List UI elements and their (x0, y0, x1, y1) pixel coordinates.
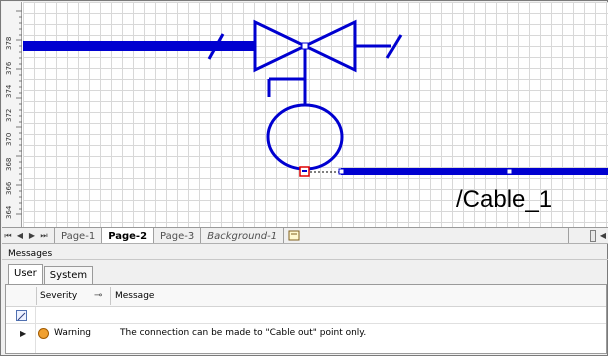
ruler-label: 370 (5, 132, 13, 146)
ruler-label: 374 (5, 84, 13, 98)
scroll-thumb[interactable] (589, 229, 596, 242)
tab-user[interactable]: User (8, 264, 43, 284)
table-row[interactable]: ▶ Warning The connection can be made to … (6, 327, 606, 342)
tab-page-3[interactable]: Page-3 (153, 228, 200, 243)
row-message: The connection can be made to "Cable out… (120, 328, 367, 338)
filter-row[interactable] (6, 308, 606, 324)
messages-tabs: User System (2, 262, 608, 284)
column-header-message[interactable]: Message (115, 291, 154, 301)
tab-background-1[interactable]: Background-1 (200, 228, 283, 243)
filter-icon[interactable] (16, 310, 27, 321)
filter-glyph (17, 312, 26, 321)
last-page-button[interactable]: ⏭ (38, 228, 50, 243)
messages-grid: Severity ⊸ Message ▶ Warning The connect… (5, 284, 607, 354)
expand-row-icon[interactable]: ▶ (20, 329, 26, 338)
column-separator[interactable] (36, 287, 37, 305)
page-tab-bar: ⏮ ◀ ▶ ⏭ Page-1 Page-2 Page-3 Background-… (2, 227, 608, 244)
previous-page-icon: ◀ (16, 231, 24, 240)
previous-page-button[interactable]: ◀ (14, 228, 26, 243)
row-severity: Warning (54, 328, 92, 338)
cable-label[interactable]: /Cable_1 (456, 186, 552, 214)
column-separator[interactable] (110, 287, 111, 305)
inbound-cable[interactable] (23, 41, 255, 51)
ruler-label: 378 (5, 36, 13, 50)
first-page-icon: ⏮ (4, 230, 12, 240)
next-page-icon: ▶ (28, 231, 36, 240)
insert-page-icon (288, 230, 300, 241)
warning-icon (38, 328, 49, 339)
messages-panel-title: Messages (2, 248, 608, 260)
cable-endpoint-handle[interactable] (338, 168, 345, 175)
next-page-button[interactable]: ▶ (26, 228, 38, 243)
insert-page-button[interactable] (283, 228, 305, 243)
ruler-label: 376 (5, 61, 13, 75)
horizontal-scrollbar[interactable]: ◀ (568, 228, 608, 243)
page-tabs: Page-1 Page-2 Page-3 Background-1 (54, 228, 305, 243)
cable-midpoint-handle[interactable] (506, 168, 513, 175)
last-page-icon: ⏭ (40, 230, 48, 240)
first-page-button[interactable]: ⏮ (2, 228, 14, 243)
tab-page-1[interactable]: Page-1 (54, 228, 101, 243)
ruler-label: 366 (5, 181, 13, 195)
grid-header: Severity ⊸ Message (6, 285, 606, 307)
column-header-severity[interactable]: Severity (40, 291, 77, 301)
drawing-canvas[interactable]: /Cable_1 (23, 2, 608, 228)
tab-system[interactable]: System (43, 266, 94, 284)
ruler-label: 364 (5, 205, 13, 219)
ruler-label: 368 (5, 157, 13, 171)
connection-point[interactable] (301, 42, 309, 50)
vertical-ruler: 378 376 374 372 370 368 366 364 (2, 2, 22, 228)
tab-page-2[interactable]: Page-2 (101, 228, 154, 243)
outbound-cable[interactable] (341, 168, 608, 175)
app-frame: 378 376 374 372 370 368 366 364 /Cable_1… (0, 0, 608, 356)
drawing-area: 378 376 374 372 370 368 366 364 /Cable_1 (2, 2, 608, 228)
ruler-label: 372 (5, 108, 13, 122)
pin-icon[interactable]: ⊸ (94, 290, 102, 301)
valve-shape[interactable] (253, 19, 403, 105)
circle-shape[interactable] (266, 103, 344, 171)
scroll-left-icon[interactable]: ◀ (600, 231, 606, 240)
